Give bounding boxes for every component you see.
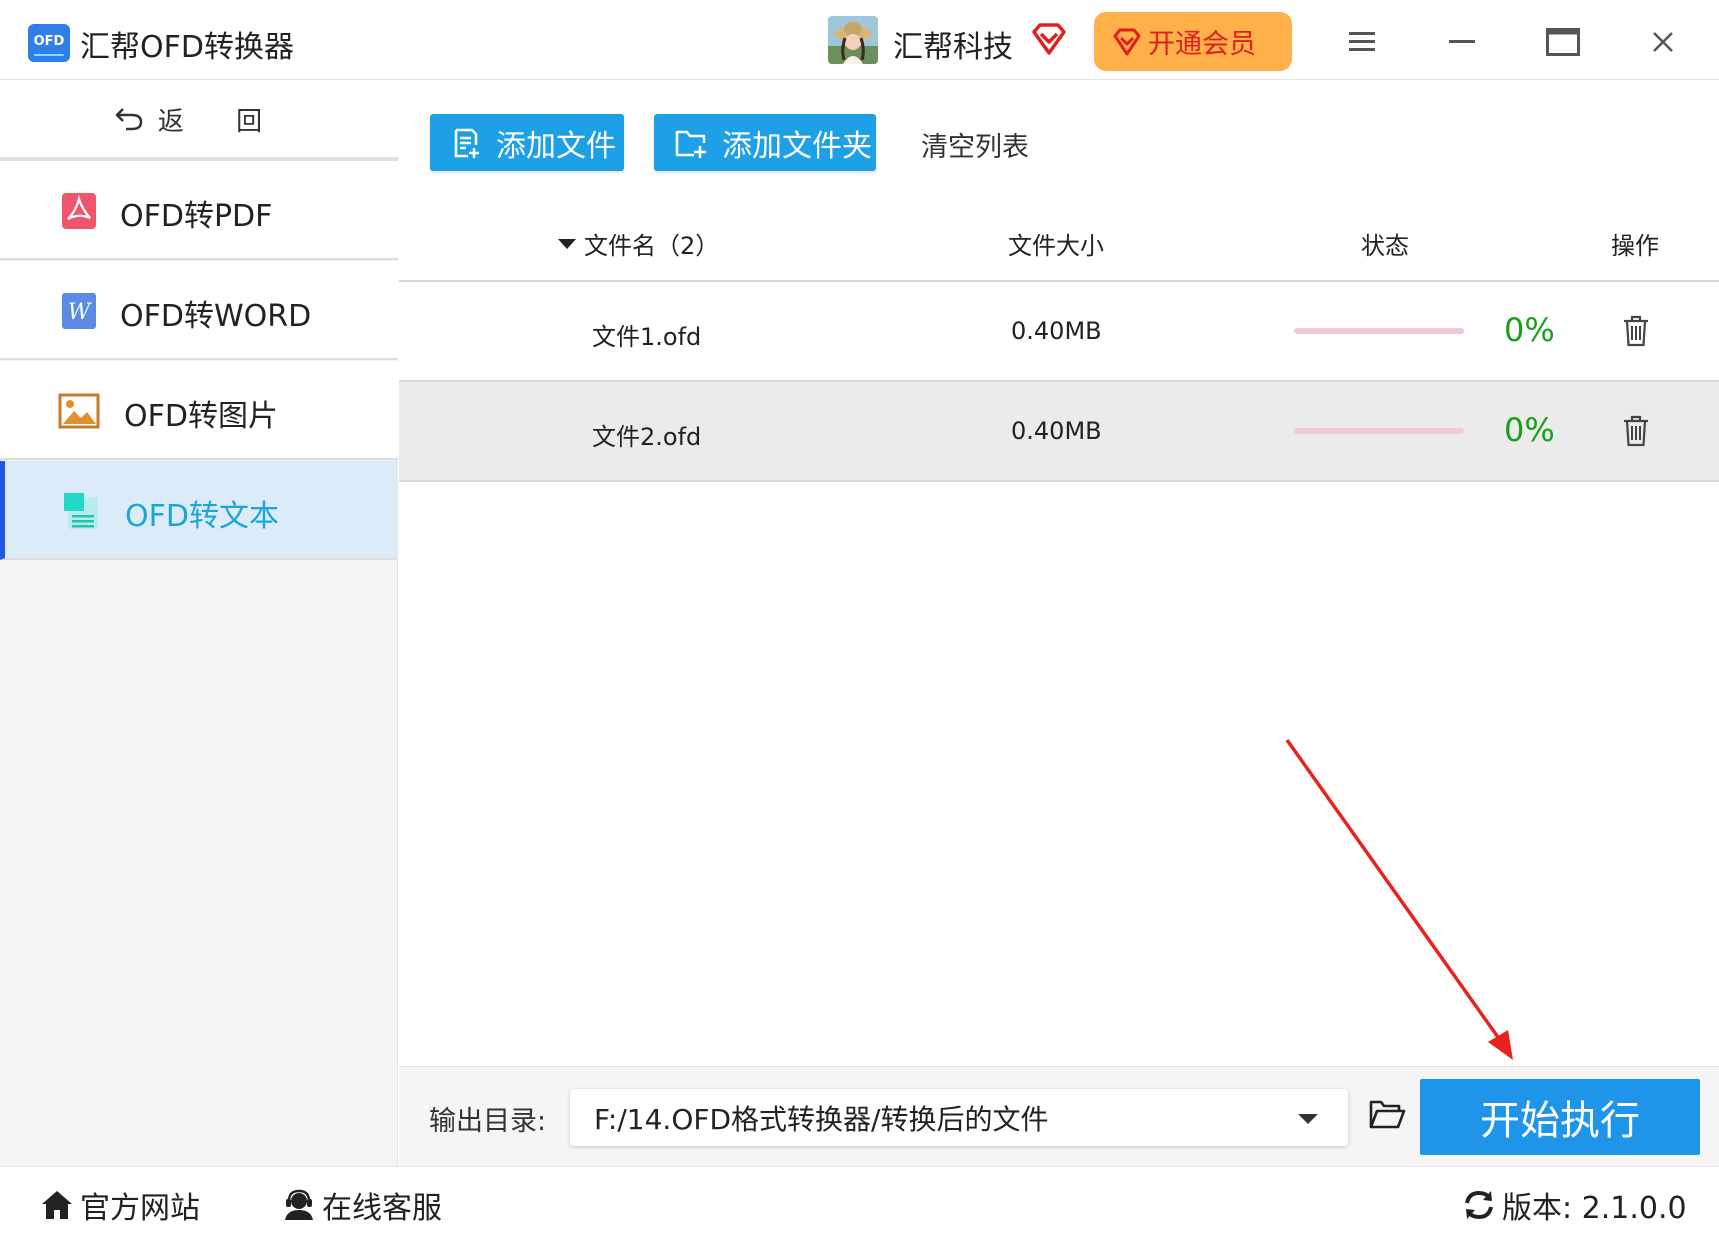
trash-icon[interactable] xyxy=(1621,414,1651,448)
svg-text:W: W xyxy=(68,300,93,325)
maximize-button[interactable] xyxy=(1538,20,1588,64)
progress-bar xyxy=(1294,428,1464,434)
refresh-icon[interactable] xyxy=(1462,1189,1496,1221)
back-label: 返 回 xyxy=(157,106,285,137)
sidebar-item-label: OFD转文本 xyxy=(125,499,279,534)
sort-arrow-icon[interactable] xyxy=(558,238,576,249)
pdf-icon xyxy=(62,193,96,229)
hamburger-menu-icon xyxy=(1349,32,1375,51)
vip-diamond-icon xyxy=(1113,28,1141,55)
column-header-action: 操作 xyxy=(1611,232,1659,260)
word-icon: W xyxy=(62,293,96,329)
image-icon xyxy=(58,393,100,429)
file-name: 文件1.ofd xyxy=(592,323,702,351)
progress-bar xyxy=(1294,328,1464,334)
vip-upgrade-button[interactable]: 开通会员 xyxy=(1094,12,1292,71)
file-size: 0.40MB xyxy=(1011,317,1102,345)
maximize-icon xyxy=(1546,28,1580,56)
sidebar: 返 回 OFD转PDF W OFD转WORD OFD转图片 OFD转文本 xyxy=(0,81,398,1166)
online-service-label: 在线客服 xyxy=(322,1191,442,1226)
app-logo-icon: OFD xyxy=(28,24,70,62)
add-folder-icon xyxy=(675,130,706,158)
output-directory-select[interactable]: F:/14.OFD格式转换器/转换后的文件 xyxy=(570,1089,1348,1146)
online-service-link[interactable]: 在线客服 xyxy=(282,1183,442,1227)
user-name[interactable]: 汇帮科技 xyxy=(893,22,1013,66)
footer: 官方网站 在线客服 版本: 2.1.0.0 xyxy=(0,1166,1719,1233)
table-row[interactable]: 文件2.ofd 0.40MB 0% xyxy=(399,382,1719,482)
chevron-down-icon[interactable] xyxy=(1298,1114,1318,1124)
sidebar-item-ofd-to-text[interactable]: OFD转文本 xyxy=(0,461,398,560)
minimize-button[interactable] xyxy=(1438,20,1488,64)
output-directory-label: 输出目录: xyxy=(429,1106,547,1137)
vip-diamond-icon[interactable] xyxy=(1030,22,1068,56)
sidebar-item-label: OFD转PDF xyxy=(120,199,273,234)
back-button[interactable]: 返 回 xyxy=(0,81,398,161)
column-header-size: 文件大小 xyxy=(1008,232,1104,260)
sidebar-item-ofd-to-pdf[interactable]: OFD转PDF xyxy=(0,161,398,260)
start-button[interactable]: 开始执行 xyxy=(1420,1079,1700,1155)
trash-icon[interactable] xyxy=(1621,314,1651,348)
column-header-filename-label: 文件名（2） xyxy=(584,232,720,260)
app-title: 汇帮OFD转换器 xyxy=(80,30,294,65)
version-info: 版本: 2.1.0.0 xyxy=(1462,1183,1687,1227)
add-folder-label: 添加文件夹 xyxy=(722,128,872,164)
sidebar-item-ofd-to-image[interactable]: OFD转图片 xyxy=(0,361,398,460)
menu-button[interactable] xyxy=(1338,20,1388,64)
folder-open-icon[interactable] xyxy=(1368,1097,1406,1131)
file-size: 0.40MB xyxy=(1011,417,1102,445)
add-file-icon xyxy=(454,128,479,158)
user-avatar[interactable] xyxy=(828,16,878,64)
close-button[interactable] xyxy=(1638,20,1688,64)
official-website-label: 官方网站 xyxy=(80,1191,200,1226)
progress-text: 0% xyxy=(1504,411,1555,449)
home-icon xyxy=(42,1191,72,1219)
output-directory-value: F:/14.OFD格式转换器/转换后的文件 xyxy=(594,1102,1049,1136)
back-arrow-icon xyxy=(115,108,143,131)
title-bar: OFD 汇帮OFD转换器 汇帮科技 开通会员 xyxy=(0,0,1719,80)
official-website-link[interactable]: 官方网站 xyxy=(40,1183,200,1227)
sidebar-item-ofd-to-word[interactable]: W OFD转WORD xyxy=(0,261,398,360)
main-panel: 添加文件 添加文件夹 清空列表 文件名（2） 文件大小 状态 操作 文件1.of… xyxy=(399,81,1719,1066)
file-name: 文件2.ofd xyxy=(592,423,702,451)
close-icon xyxy=(1653,32,1673,52)
column-header-filename[interactable]: 文件名（2） xyxy=(558,226,719,261)
column-header-status: 状态 xyxy=(1361,232,1409,260)
table-header: 文件名（2） 文件大小 状态 操作 xyxy=(399,196,1719,282)
vip-label: 开通会员 xyxy=(1148,29,1256,60)
version-label: 版本: 2.1.0.0 xyxy=(1502,1191,1687,1226)
add-file-label: 添加文件 xyxy=(496,128,616,164)
table-row[interactable]: 文件1.ofd 0.40MB 0% xyxy=(399,282,1719,382)
clear-list-button[interactable]: 清空列表 xyxy=(921,125,1029,164)
sidebar-item-label: OFD转图片 xyxy=(124,399,278,434)
progress-text: 0% xyxy=(1504,311,1555,349)
minimize-icon xyxy=(1449,40,1475,43)
customer-service-icon xyxy=(285,1189,313,1220)
sidebar-item-label: OFD转WORD xyxy=(120,299,312,334)
add-folder-button[interactable]: 添加文件夹 xyxy=(654,114,876,171)
output-bar: 输出目录: F:/14.OFD格式转换器/转换后的文件 开始执行 xyxy=(399,1066,1719,1166)
text-file-icon xyxy=(64,493,98,529)
add-file-button[interactable]: 添加文件 xyxy=(430,114,624,171)
